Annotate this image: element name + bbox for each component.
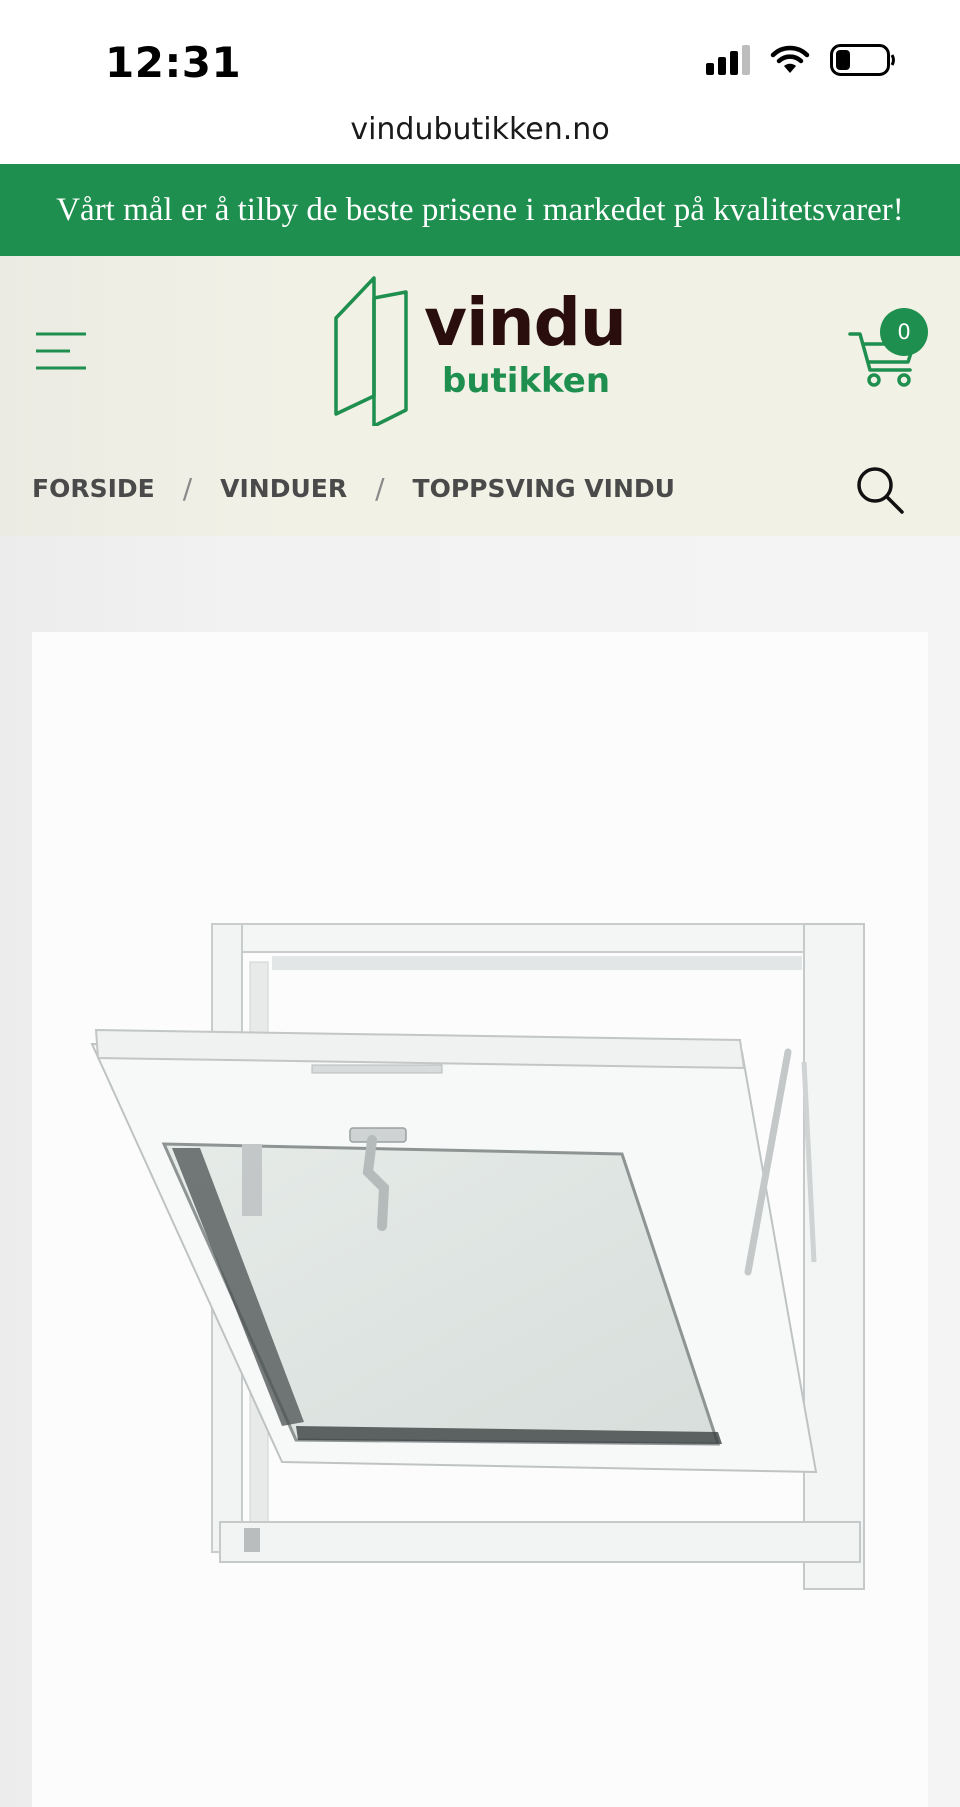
- promo-banner: Vårt mål er å tilby de beste prisene i m…: [0, 164, 960, 256]
- signal-icon: [706, 45, 750, 75]
- promo-text: Vårt mål er å tilby de beste prisene i m…: [56, 191, 904, 228]
- url-text[interactable]: vindubutikken.no: [0, 100, 960, 147]
- breadcrumb-separator: /: [375, 472, 385, 505]
- status-time: 12:31: [105, 38, 242, 87]
- url-bar[interactable]: vindubutikken.no: [0, 100, 960, 164]
- status-bar: 12:31: [0, 0, 960, 100]
- window-logo-icon: [334, 276, 408, 426]
- breadcrumb-separator: /: [182, 472, 193, 505]
- wifi-icon: [770, 45, 810, 73]
- menu-icon[interactable]: [34, 330, 88, 372]
- breadcrumb: FORSIDE / VINDUER / TOPPSVING VINDU: [32, 472, 675, 505]
- status-icons: [706, 44, 896, 76]
- battery-icon: [830, 44, 895, 76]
- breadcrumb-item-current: TOPPSVING VINDU: [412, 474, 675, 503]
- breadcrumb-item-forside[interactable]: FORSIDE: [32, 474, 155, 503]
- cart-count-badge[interactable]: 0: [880, 308, 928, 356]
- logo-sub: butikken: [442, 361, 611, 401]
- breadcrumb-item-vinduer[interactable]: VINDUER: [220, 474, 347, 503]
- site-logo[interactable]: vindu butikken: [330, 276, 630, 426]
- search-icon[interactable]: [854, 464, 906, 516]
- product-image[interactable]: [32, 632, 928, 1807]
- logo-word: vindu: [424, 284, 627, 361]
